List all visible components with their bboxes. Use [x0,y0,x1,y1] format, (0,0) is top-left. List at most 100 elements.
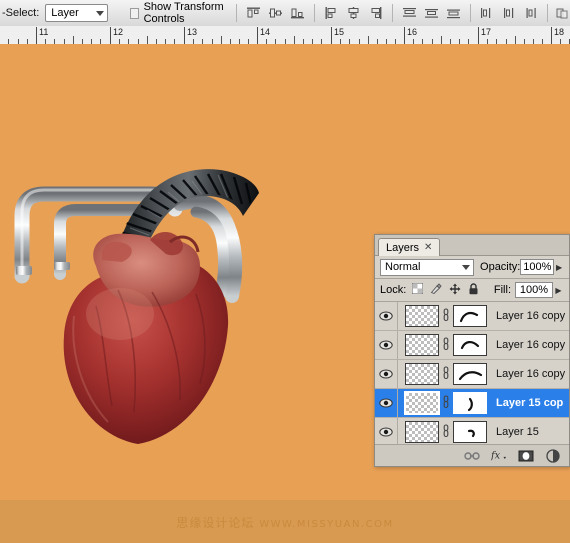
layer-styles-fx-icon[interactable]: fx [491,448,507,463]
layer-visibility-toggle[interactable] [375,369,397,379]
svg-text:fx: fx [491,451,501,462]
layer-list[interactable]: Layer 16 copy Layer 16 copy Layer 16 copy L… [375,302,569,447]
fill-label: Fill: [493,284,511,296]
layer-visibility-toggle[interactable] [375,340,397,350]
distribute-horizontal-group [477,4,540,22]
lock-icon-group [411,282,479,298]
ruler-major-tick [184,27,185,44]
layer-mask-thumbnail[interactable] [453,392,487,414]
checkbox-icon [130,7,139,19]
link-mask-icon[interactable] [442,394,450,412]
layer-mask-thumbnail[interactable] [453,363,487,385]
close-icon[interactable]: ✕ [424,242,432,253]
auto-align-layers-icon[interactable] [555,4,570,22]
tab-layers-label: Layers [386,241,420,254]
ruler-major-tick [36,27,37,44]
align-right-edges-icon[interactable] [366,4,385,22]
layer-thumbnail[interactable] [405,421,439,443]
layer-mask-thumbnail[interactable] [453,305,487,327]
align-top-edges-icon[interactable] [244,4,263,22]
ruler-number: 11 [39,27,49,37]
align-bottom-edges-icon[interactable] [288,4,307,22]
ruler-minor-tick [146,36,148,44]
watermark-chinese-text: 思缘设计论坛 [176,516,255,530]
select-label: -Select: [2,7,40,19]
lock-transparent-pixels-icon[interactable] [411,282,424,297]
link-mask-icon[interactable] [442,423,450,441]
align-left-edges-icon[interactable] [322,4,341,22]
show-transform-controls-label: Show Transform Controls [143,1,224,25]
new-adjustment-layer-icon[interactable] [545,448,561,463]
tab-layers[interactable]: Layers ✕ [378,238,441,256]
link-layers-icon[interactable] [464,448,480,463]
blend-opacity-row: Normal Opacity: 100% ▶ [375,256,569,278]
blend-mode-dropdown[interactable]: Normal [380,258,475,276]
opacity-input[interactable]: 100% [520,259,555,275]
ruler-number: 15 [334,27,345,37]
fill-input[interactable]: 100% [515,282,553,298]
layer-row[interactable]: Layer 15 cop [375,389,569,418]
layer-thumbnails [405,363,487,385]
add-layer-mask-icon[interactable] [518,448,534,463]
ruler-major-tick [478,27,479,44]
layer-row[interactable]: Layer 16 copy [375,360,569,389]
layer-thumbnails [405,334,487,356]
layer-row[interactable]: Layer 16 copy [375,331,569,360]
lock-all-icon[interactable] [468,282,479,298]
show-transform-controls-checkbox[interactable]: Show Transform Controls [130,1,229,25]
layer-thumbnail[interactable] [404,391,440,415]
layer-thumbnail[interactable] [405,363,439,385]
options-bar: -Select: Layer Show Transform Controls [0,0,570,27]
toolbar-divider-4 [469,4,471,22]
align-horizontal-centers-icon[interactable] [344,4,363,22]
distribute-top-edges-icon[interactable] [400,4,419,22]
eye-icon [379,340,393,350]
eye-icon [379,311,393,321]
ruler-major-tick [110,27,111,44]
layer-visibility-toggle[interactable] [375,398,397,408]
chevron-down-icon [462,264,471,270]
layer-row[interactable]: Layer 15 [375,418,569,447]
ruler-major-tick [404,27,405,44]
opacity-slider-arrow-icon[interactable]: ▶ [554,259,564,275]
link-mask-icon[interactable] [442,336,450,354]
layer-row[interactable]: Layer 16 copy [375,302,569,331]
layer-mask-thumbnail[interactable] [453,334,487,356]
lock-fill-row: Lock: Fill: 100% ▶ [375,279,569,301]
link-mask-icon[interactable] [442,307,450,325]
layer-mask-thumbnail[interactable] [453,421,487,443]
fill-slider-arrow-icon[interactable]: ▶ [553,282,564,298]
ruler-number: 16 [407,27,418,37]
layer-visibility-toggle[interactable] [375,311,397,321]
distribute-vertical-centers-icon[interactable] [422,4,441,22]
layer-thumbnail[interactable] [405,305,439,327]
layer-name-label: Layer 15 cop [496,397,564,409]
link-mask-icon[interactable] [442,365,450,383]
horizontal-ruler[interactable]: 11 12 13 14 15 16 17 18 [0,26,570,45]
ruler-minor-tick [293,36,295,44]
align-vertical-centers-icon[interactable] [266,4,285,22]
layer-thumbnail[interactable] [405,334,439,356]
distribute-horizontal-centers-icon[interactable] [499,4,518,22]
layer-visibility-toggle[interactable] [375,427,397,437]
select-target-dropdown[interactable]: Layer [45,4,109,22]
distribute-right-edges-icon[interactable] [521,4,540,22]
lock-position-icon[interactable] [449,283,461,298]
fill-value: 100% [519,284,549,296]
eye-icon [379,398,393,408]
blend-mode-value: Normal [385,261,421,273]
ruler-minor-tick [72,36,74,44]
distribute-left-edges-icon[interactable] [477,4,496,22]
row-divider [397,389,398,417]
toolbar-divider-2 [314,4,315,22]
toolbar-divider-5 [547,4,548,22]
ruler-number: 14 [260,27,271,37]
anatomical-heart [63,231,229,444]
lock-label: Lock: [380,284,407,296]
ruler-number: 13 [187,27,198,37]
lock-image-pixels-icon[interactable] [430,283,442,297]
layer-thumbnails [405,421,487,443]
layer-name-label: Layer 16 copy [496,310,566,322]
ruler-minor-tick [440,36,442,44]
distribute-bottom-edges-icon[interactable] [444,4,463,22]
